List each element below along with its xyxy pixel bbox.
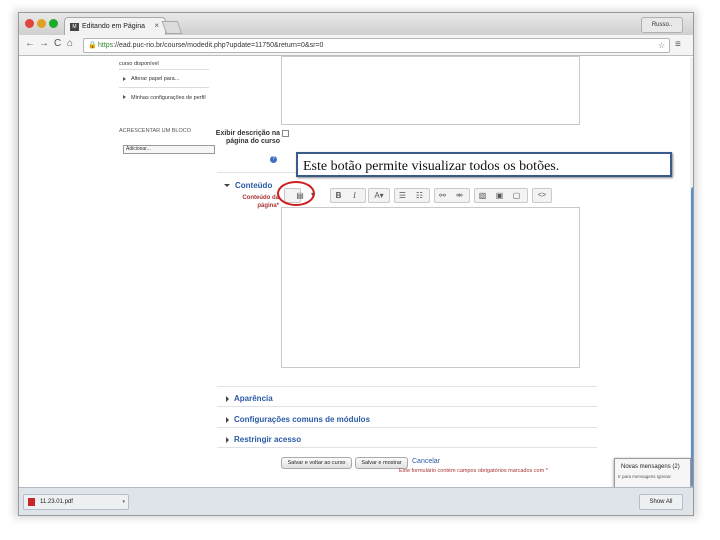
show-description-label: Exibir descrição na página do curso [215,130,280,145]
show-description-checkbox[interactable] [282,130,289,137]
forward-icon[interactable]: → [39,38,49,49]
expand-arrow-icon [226,416,229,423]
link-group: ⚯ ⚮ [434,188,470,203]
bullet-list-icon[interactable]: ☰ [395,189,410,202]
media-group: ▧ ▣ ▢ [474,188,528,203]
back-icon[interactable]: ← [25,38,35,49]
tutorial-callout: Este botão permite visualizar todos os b… [296,152,672,177]
zoom-window-button[interactable] [49,19,58,28]
expand-arrow-icon [123,95,126,99]
minimize-window-button[interactable] [37,19,46,28]
message-notification[interactable]: Novas mensagens (2) Ir para mensagens Ig… [614,458,691,488]
divider [119,69,209,70]
add-block-select[interactable]: Adicionar... [123,145,215,154]
sidebar-item[interactable]: Minhas configurações de perfil [131,94,207,102]
show-all-downloads-button[interactable]: Show All [639,494,683,510]
divider [217,427,597,428]
reload-icon[interactable]: C [54,38,61,49]
divider [217,386,597,387]
home-icon[interactable]: ⌂ [67,38,73,49]
menu-icon[interactable]: ≡ [675,39,681,50]
sidebar-item[interactable]: curso disponível [119,61,159,67]
profile-button[interactable]: Russo.. [641,17,683,33]
appearance-section-title: Aparência [234,394,273,403]
save-return-button[interactable]: Salvar e voltar ao curso [281,457,352,469]
url-path: ://ead.puc-rio.br/course/modedit.php?upd… [113,42,324,49]
url-text: https://ead.puc-rio.br/course/modedit.ph… [98,39,323,52]
page-content-editor[interactable] [281,207,580,368]
page-scrollbar[interactable] [690,57,693,497]
highlight-circle [277,181,315,206]
favicon-icon: M [70,23,79,31]
content-section-header[interactable]: Conteúdo [224,181,272,190]
font-color-button[interactable]: A▾ [368,188,390,203]
tab-title: Editando em Página [82,23,146,30]
expand-arrow-icon [123,77,126,81]
expand-arrow-icon [226,436,229,443]
expand-arrow-icon [226,395,229,402]
cancel-link[interactable]: Cancelar [412,457,440,467]
url-scheme: https [98,42,114,49]
download-filename: 11.23.01.pdf [40,499,73,505]
file-icon[interactable]: ▢ [509,189,524,202]
bold-button[interactable]: B [331,189,346,202]
address-bar[interactable]: 🔒 https://ead.puc-rio.br/course/modedit.… [83,38,670,53]
unlink-icon[interactable]: ⚮ [452,189,467,202]
appearance-section-header[interactable]: Aparência [226,394,273,403]
editor-toolbar: ▤ ▾ B I A▾ ☰ ☷ ⚯ ⚮ ▧ ▣ ▢ <> [280,186,580,204]
lock-icon: 🔒 [88,42,97,49]
page-content: curso disponível Alterar papel para... M… [19,56,693,496]
list-group: ☰ ☷ [394,188,430,203]
link-icon[interactable]: ⚯ [435,189,450,202]
media-icon[interactable]: ▣ [492,189,507,202]
sidebar-item[interactable]: Alterar papel para... [131,76,179,82]
block-heading: ACRESCENTAR UM BLOCO [119,128,192,134]
html-button[interactable]: <> [532,188,552,203]
numbered-list-icon[interactable]: ☷ [412,189,427,202]
collapse-arrow-icon [224,184,230,188]
bookmark-star-icon[interactable]: ☆ [658,39,665,52]
required-fields-note: Este formulário contém campos obrigatóri… [399,468,548,474]
divider [217,447,597,448]
restrict-access-section-title: Restringir acesso [234,435,302,444]
text-format-group: B I [330,188,366,203]
tab-close-icon[interactable]: × [154,21,159,30]
italic-button[interactable]: I [347,189,362,202]
new-tab-button[interactable] [161,21,183,34]
close-window-button[interactable] [25,19,34,28]
description-textarea[interactable] [281,56,580,125]
image-icon[interactable]: ▧ [475,189,490,202]
browser-window: M Editando em Página × Russo.. ← → C ⌂ 🔒… [18,12,694,516]
page-content-label: Conteúdo da página* [242,195,279,209]
divider [217,406,597,407]
restrict-access-section-header[interactable]: Restringir acesso [226,435,301,444]
help-icon[interactable]: ? [270,156,277,163]
browser-tab[interactable]: M Editando em Página × [64,17,166,36]
module-settings-section-header[interactable]: Configurações comuns de módulos [226,415,370,424]
notification-actions[interactable]: Ir para mensagens Ignorar [618,474,671,479]
notification-title: Novas mensagens (2) [621,464,680,470]
title-bar: M Editando em Página × Russo.. [19,13,693,36]
chevron-down-icon[interactable]: ▾ [122,495,125,509]
pdf-icon [28,498,35,506]
browser-toolbar: ← → C ⌂ 🔒 https://ead.puc-rio.br/course/… [19,35,693,56]
content-section-title: Conteúdo [235,181,273,190]
divider [119,87,209,88]
download-shelf: 11.23.01.pdf ▾ Show All [19,487,693,515]
download-item[interactable]: 11.23.01.pdf ▾ [23,494,129,510]
scrollbar-thumb[interactable] [691,187,693,487]
module-settings-section-title: Configurações comuns de módulos [234,415,371,424]
